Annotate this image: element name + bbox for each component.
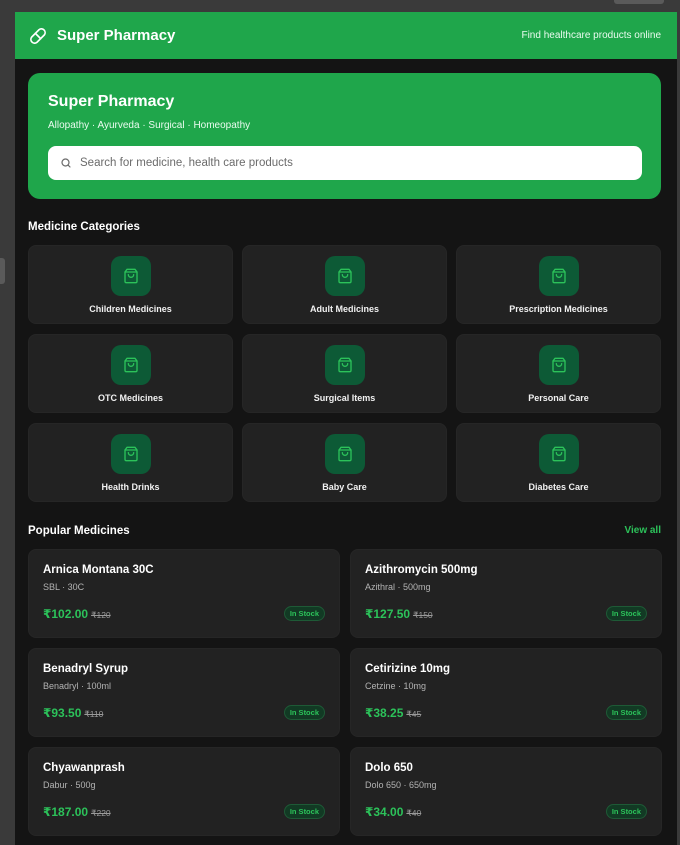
category-label: Children Medicines bbox=[89, 304, 172, 314]
pill-icon bbox=[29, 27, 47, 45]
medicine-card[interactable]: Azithromycin 500mg Azithral · 500mg ₹127… bbox=[350, 549, 662, 638]
stock-badge: In Stock bbox=[283, 804, 325, 819]
medicine-card[interactable]: Chyawanprash Dabur · 500g ₹187.00 ₹220 In… bbox=[28, 747, 340, 836]
stock-badge: In Stock bbox=[283, 606, 325, 621]
brand-name: Super Pharmacy bbox=[57, 27, 176, 44]
medicine-price: ₹127.50 bbox=[365, 607, 411, 621]
category-label: OTC Medicines bbox=[97, 393, 163, 403]
hero-banner: Super Pharmacy Allopathy · Ayurveda · Su… bbox=[28, 73, 661, 199]
hero-title: Super Pharmacy bbox=[48, 93, 175, 110]
shopping-bag-icon bbox=[110, 256, 151, 296]
category-label: Health Drinks bbox=[101, 482, 160, 492]
medicine-mrp: ₹220 bbox=[91, 808, 111, 818]
category-card[interactable]: Adult Medicines bbox=[242, 245, 447, 324]
medicine-brand: Cetzine · 10mg bbox=[365, 681, 427, 691]
medicine-name: Chyawanprash bbox=[43, 762, 125, 774]
shopping-bag-icon bbox=[110, 345, 151, 385]
medicine-brand: SBL · 30C bbox=[43, 582, 85, 592]
price-row: ₹127.50 ₹150 bbox=[365, 607, 433, 621]
category-card[interactable]: Diabetes Care bbox=[456, 423, 661, 502]
shopping-bag-icon bbox=[538, 345, 579, 385]
app-window: Super Pharmacy Find healthcare products … bbox=[15, 12, 677, 845]
medicine-price: ₹187.00 bbox=[43, 805, 89, 819]
search-box[interactable] bbox=[48, 146, 642, 180]
category-card[interactable]: Baby Care bbox=[242, 423, 447, 502]
browser-top-strip bbox=[0, 0, 680, 12]
medicine-name: Azithromycin 500mg bbox=[365, 564, 478, 576]
category-label: Prescription Medicines bbox=[509, 304, 608, 314]
shopping-bag-icon bbox=[324, 345, 365, 385]
category-label: Diabetes Care bbox=[528, 482, 589, 492]
medicine-mrp: ₹120 bbox=[91, 610, 111, 620]
stock-badge: In Stock bbox=[605, 705, 647, 720]
category-card[interactable]: Personal Care bbox=[456, 334, 661, 413]
shopping-bag-icon bbox=[324, 256, 365, 296]
app-header: Super Pharmacy Find healthcare products … bbox=[15, 12, 677, 59]
category-label: Surgical Items bbox=[313, 393, 376, 403]
category-label: Baby Care bbox=[322, 482, 367, 492]
medicine-mrp: ₹40 bbox=[406, 808, 422, 818]
search-icon bbox=[61, 158, 71, 168]
medicine-price: ₹38.25 bbox=[365, 706, 404, 720]
medicine-price: ₹102.00 bbox=[43, 607, 89, 621]
price-row: ₹93.50 ₹110 bbox=[43, 706, 103, 720]
category-label: Personal Care bbox=[528, 393, 589, 403]
category-card[interactable]: Children Medicines bbox=[28, 245, 233, 324]
medicine-name: Dolo 650 bbox=[365, 762, 413, 774]
medicine-card[interactable]: Cetirizine 10mg Cetzine · 10mg ₹38.25 ₹45… bbox=[350, 648, 662, 737]
search-input[interactable] bbox=[80, 157, 630, 169]
shopping-bag-icon bbox=[110, 434, 151, 474]
categories-title: Medicine Categories bbox=[28, 221, 140, 233]
price-row: ₹34.00 ₹40 bbox=[365, 805, 421, 819]
price-row: ₹187.00 ₹220 bbox=[43, 805, 111, 819]
category-card[interactable]: Prescription Medicines bbox=[456, 245, 661, 324]
medicine-name: Cetirizine 10mg bbox=[365, 663, 450, 675]
medicine-mrp: ₹150 bbox=[413, 610, 433, 620]
medicine-brand: Azithral · 500mg bbox=[365, 582, 431, 592]
medicine-name: Benadryl Syrup bbox=[43, 663, 128, 675]
hero-subtitle: Allopathy · Ayurveda · Surgical · Homeop… bbox=[48, 120, 251, 131]
shopping-bag-icon bbox=[538, 256, 579, 296]
stock-badge: In Stock bbox=[283, 705, 325, 720]
price-row: ₹38.25 ₹45 bbox=[365, 706, 421, 720]
medicine-price: ₹34.00 bbox=[365, 805, 404, 819]
medicine-card[interactable]: Benadryl Syrup Benadryl · 100ml ₹93.50 ₹1… bbox=[28, 648, 340, 737]
view-all-link[interactable]: View all bbox=[624, 525, 661, 536]
header-tagline: Find healthcare products online bbox=[521, 30, 661, 41]
category-card[interactable]: OTC Medicines bbox=[28, 334, 233, 413]
shopping-bag-icon bbox=[538, 434, 579, 474]
stock-badge: In Stock bbox=[605, 804, 647, 819]
category-card[interactable]: Health Drinks bbox=[28, 423, 233, 502]
brand[interactable]: Super Pharmacy bbox=[29, 27, 175, 45]
medicine-brand: Dolo 650 · 650mg bbox=[365, 780, 437, 790]
price-row: ₹102.00 ₹120 bbox=[43, 607, 111, 621]
stock-badge: In Stock bbox=[605, 606, 647, 621]
medicine-card[interactable]: Arnica Montana 30C SBL · 30C ₹102.00 ₹120… bbox=[28, 549, 340, 638]
medicine-mrp: ₹110 bbox=[84, 709, 104, 719]
shopping-bag-icon bbox=[324, 434, 365, 474]
top-handle bbox=[614, 0, 664, 4]
medicine-brand: Dabur · 500g bbox=[43, 780, 96, 790]
category-label: Adult Medicines bbox=[309, 304, 379, 314]
medicine-name: Arnica Montana 30C bbox=[43, 564, 154, 576]
popular-title: Popular Medicines bbox=[28, 525, 130, 537]
medicine-mrp: ₹45 bbox=[406, 709, 422, 719]
side-handle bbox=[0, 258, 5, 284]
category-card[interactable]: Surgical Items bbox=[242, 334, 447, 413]
medicine-brand: Benadryl · 100ml bbox=[43, 681, 112, 691]
category-grid: Children Medicines Adult Medicines Presc… bbox=[28, 245, 662, 502]
medicine-grid: Arnica Montana 30C SBL · 30C ₹102.00 ₹120… bbox=[28, 549, 662, 836]
medicine-card[interactable]: Dolo 650 Dolo 650 · 650mg ₹34.00 ₹40 In S… bbox=[350, 747, 662, 836]
medicine-price: ₹93.50 bbox=[43, 706, 82, 720]
